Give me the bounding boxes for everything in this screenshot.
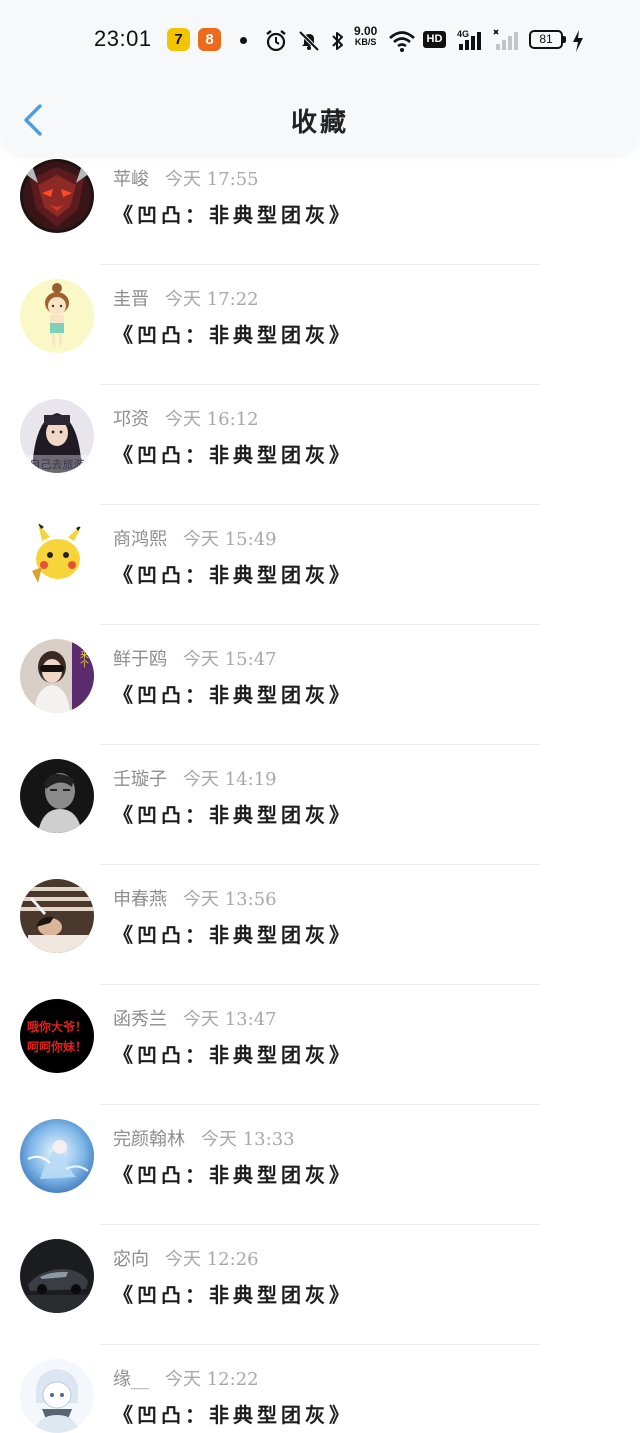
user-name[interactable]: 申春燕 [113, 889, 167, 910]
charging-icon [573, 30, 583, 52]
list-item[interactable]: 申春燕 今天 13:56 《凹凸：非典型团灰》 [0, 865, 640, 985]
favorite-title[interactable]: 《凹凸：非典型团灰》 [113, 559, 353, 588]
timestamp: 今天 13:33 [201, 1129, 295, 1150]
signal-empty-icon [493, 29, 518, 50]
alarm-icon [266, 30, 286, 52]
list-item[interactable]: 圭晋 今天 17:22 《凹凸：非典型团灰》 [0, 265, 640, 385]
page-title: 收藏 [290, 108, 349, 138]
user-name[interactable]: 函秀兰 [113, 1009, 167, 1030]
favorite-title[interactable]: 《凹凸：非典型团灰》 [113, 1279, 353, 1308]
favorite-title[interactable]: 《凹凸：非典型团灰》 [113, 679, 353, 708]
user-name[interactable]: 邛资 [113, 409, 149, 430]
timestamp: 今天 13:56 [183, 889, 277, 910]
signal-4g-icon: 4G [457, 29, 481, 50]
avatar[interactable] [20, 519, 94, 593]
avatar[interactable] [20, 1119, 94, 1193]
user-name[interactable]: 圭晋 [113, 289, 149, 310]
item-meta: 鲜于鸥 今天 15:47 [113, 645, 277, 671]
user-name[interactable]: 商鸿熙 [113, 529, 167, 550]
avatar[interactable] [20, 279, 94, 353]
favorite-title[interactable]: 《凹凸：非典型团灰》 [113, 1159, 353, 1188]
list-item[interactable]: 苹峻 今天 17:55 《凹凸：非典型团灰》 [0, 145, 640, 265]
item-meta: 完颜翰林 今天 13:33 [113, 1125, 295, 1151]
item-meta: 苹峻 今天 17:55 [113, 165, 259, 191]
item-meta: 商鸿熙 今天 15:49 [113, 525, 277, 551]
item-meta: 缘__ 今天 12:22 [113, 1365, 259, 1391]
item-meta: 壬璇子 今天 14:19 [113, 765, 277, 791]
favorite-title[interactable]: 《凹凸：非典型团灰》 [113, 199, 353, 228]
timestamp: 今天 15:49 [183, 529, 277, 550]
list-item[interactable]: 缘__ 今天 12:22 《凹凸：非典型团灰》 [0, 1345, 640, 1433]
user-name[interactable]: 完颜翰林 [113, 1129, 185, 1150]
timestamp: 今天 14:19 [183, 769, 277, 790]
avatar[interactable] [20, 159, 94, 233]
favorite-title[interactable]: 《凹凸：非典型团灰》 [113, 319, 353, 348]
hd-voice-badge: HD [423, 31, 446, 48]
nav-bar: 收藏 [0, 88, 640, 152]
list-item[interactable]: 完颜翰林 今天 13:33 《凹凸：非典型团灰》 [0, 1105, 640, 1225]
item-meta: 圭晋 今天 17:22 [113, 285, 259, 311]
timestamp: 今天 16:12 [165, 409, 259, 430]
list-item[interactable]: 来个 鲜于鸥 今天 15:47 《凹凸：非典型团灰》 [0, 625, 640, 745]
notification-app-icon: 7 [167, 28, 190, 51]
timestamp: 今天 15:47 [183, 649, 277, 670]
status-bar: 23:01 7 8 9.00 KB/S HD 4G 81 [0, 22, 640, 62]
network-speed: 9.00 KB/S [354, 24, 378, 48]
item-meta: 邛资 今天 16:12 [113, 405, 259, 431]
favorite-title[interactable]: 《凹凸：非典型团灰》 [113, 439, 353, 468]
avatar-red-line-2: 呵呵你妹！ [27, 1039, 87, 1054]
favorites-page: 苹峻 今天 17:55 《凹凸：非典型团灰》 圭晋 今天 17:22 《凹凸：非… [0, 0, 640, 1433]
avatar[interactable]: 自己去旅游 [20, 399, 94, 473]
item-meta: 申春燕 今天 13:56 [113, 885, 277, 911]
battery-icon: 81 [529, 30, 566, 49]
timestamp: 今天 13:47 [183, 1009, 277, 1030]
list-item[interactable]: 商鸿熙 今天 15:49 《凹凸：非典型团灰》 [0, 505, 640, 625]
timestamp: 今天 17:22 [165, 289, 259, 310]
favorite-title[interactable]: 《凹凸：非典型团灰》 [113, 919, 353, 948]
timestamp: 今天 12:26 [165, 1249, 259, 1270]
timestamp: 今天 12:22 [165, 1369, 259, 1390]
list-item[interactable]: 壬璇子 今天 14:19 《凹凸：非典型团灰》 [0, 745, 640, 865]
list-item[interactable]: 宓向 今天 12:26 《凹凸：非典型团灰》 [0, 1225, 640, 1345]
avatar[interactable] [20, 759, 94, 833]
avatar-red-line-1: 哦你大爷！ [27, 1019, 87, 1034]
list-item[interactable]: 哦你大爷！ 呵呵你妹！ 函秀兰 今天 13:47 《凹凸：非典型团灰》 [0, 985, 640, 1105]
user-name[interactable]: 鲜于鸥 [113, 649, 167, 670]
notification-dot-icon [240, 37, 247, 44]
network-speed-value: 9.00 [354, 24, 378, 38]
avatar[interactable] [20, 1239, 94, 1313]
user-name[interactable]: 宓向 [113, 1249, 149, 1270]
user-name[interactable]: 苹峻 [113, 169, 149, 190]
favorite-title[interactable]: 《凹凸：非典型团灰》 [113, 1399, 353, 1428]
network-type: 4G [457, 29, 469, 39]
notification-app-icon: 8 [198, 28, 221, 51]
avatar[interactable] [20, 1359, 94, 1433]
favorite-title[interactable]: 《凹凸：非典型团灰》 [113, 799, 353, 828]
avatar-side-text: 来个 [78, 650, 89, 668]
header: 23:01 7 8 9.00 KB/S HD 4G 81 收藏 [0, 0, 640, 156]
avatar[interactable]: 哦你大爷！ 呵呵你妹！ [20, 999, 94, 1073]
status-time: 23:01 [94, 26, 152, 51]
user-name[interactable]: 缘__ [113, 1369, 149, 1390]
avatar[interactable] [20, 879, 94, 953]
user-name[interactable]: 壬璇子 [113, 769, 167, 790]
list-item[interactable]: 自己去旅游 邛资 今天 16:12 《凹凸：非典型团灰》 [0, 385, 640, 505]
avatar-caption: 自己去旅游 [30, 457, 85, 471]
bluetooth-icon [332, 32, 343, 50]
wifi-icon [389, 31, 415, 52]
avatar[interactable]: 来个 [20, 639, 94, 713]
item-meta: 函秀兰 今天 13:47 [113, 1005, 277, 1031]
timestamp: 今天 17:55 [165, 169, 259, 190]
network-speed-unit: KB/S [354, 37, 377, 47]
item-meta: 宓向 今天 12:26 [113, 1245, 259, 1271]
mute-icon [298, 30, 320, 52]
favorite-title[interactable]: 《凹凸：非典型团灰》 [113, 1039, 353, 1068]
